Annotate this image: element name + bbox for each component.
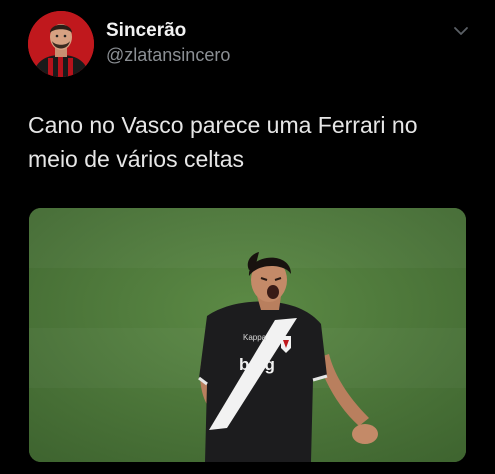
tweet-card: Sincerão @zlatansincero Cano no Vasco pa…	[0, 0, 495, 474]
jersey-brand-text: Kappa	[243, 333, 267, 342]
chevron-down-icon[interactable]	[452, 24, 470, 38]
tweet-text-line: meio de vários celtas	[28, 146, 245, 172]
tweet-media-photo[interactable]: bmg Kappa	[29, 208, 466, 462]
author-handle[interactable]: @zlatansincero	[106, 45, 230, 66]
tweet-text: Cano no Vasco parece uma Ferrari no meio…	[28, 108, 478, 176]
avatar-photo-icon	[28, 11, 94, 77]
jersey-sponsor-text: bmg	[239, 355, 275, 374]
author-display-name[interactable]: Sincerão	[106, 20, 186, 42]
tweet-text-line: Cano no Vasco parece uma Ferrari no	[28, 112, 418, 138]
author-avatar[interactable]	[28, 11, 94, 77]
